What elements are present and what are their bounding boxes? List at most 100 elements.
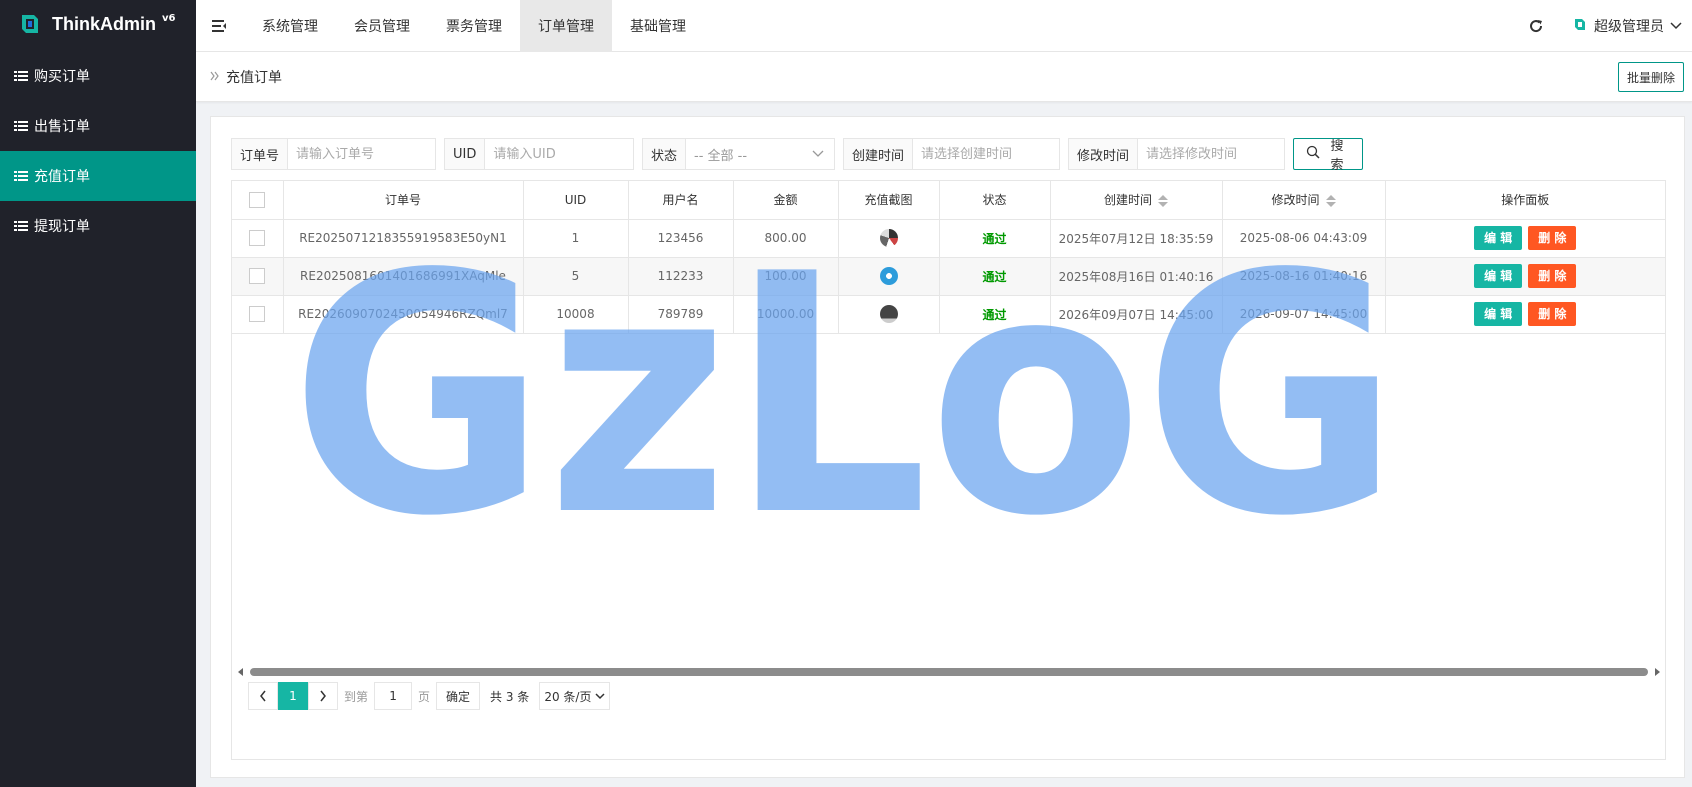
- pagination: 1 到第 页 确定 共 3 条 20 条/页: [248, 681, 611, 711]
- sidebar-item-withdraw-orders[interactable]: 提现订单: [0, 201, 196, 251]
- goto-confirm-button[interactable]: 确定: [436, 682, 481, 710]
- sidebar-item-recharge-orders[interactable]: 充值订单: [0, 151, 196, 201]
- tab-basic[interactable]: 基础管理: [612, 0, 704, 52]
- edit-button[interactable]: 编 辑: [1474, 302, 1523, 326]
- batch-delete-button[interactable]: 批量删除: [1617, 62, 1684, 92]
- row-select-cell: [232, 219, 284, 258]
- row-select-cell: [232, 295, 284, 334]
- logo[interactable]: ThinkAdmin v6: [0, 0, 196, 48]
- recharge-screenshot-thumbnail[interactable]: [879, 229, 898, 247]
- actions-cell: 编 辑删 除: [1385, 219, 1665, 258]
- search-button[interactable]: 搜 索: [1293, 138, 1363, 173]
- delete-button[interactable]: 删 除: [1528, 264, 1577, 288]
- user-name: 超级管理员: [1594, 19, 1664, 35]
- recharge-screenshot-thumbnail[interactable]: [879, 305, 898, 323]
- table-row: RE2025071218355919583E50yN1 1 123456 800…: [232, 219, 1665, 258]
- orders-table: 订单号 UID 用户名 金额 充值截图 状态 创建时间 修改时间 操作面板 RE…: [232, 181, 1665, 334]
- username-cell: 112233: [628, 257, 734, 296]
- screenshot-cell: [838, 219, 940, 258]
- page-size-select[interactable]: 20 条/页: [539, 682, 611, 710]
- status-cell: 通过: [939, 257, 1051, 296]
- uid-input[interactable]: [485, 139, 633, 169]
- screenshot-cell: [838, 257, 940, 296]
- horizontal-scrollbar[interactable]: [238, 665, 1660, 677]
- update-time-input[interactable]: [1138, 139, 1284, 169]
- column-header-sortable[interactable]: 创建时间: [1050, 181, 1223, 220]
- side-menu: 购买订单 出售订单 充值订单 提现订单: [0, 51, 196, 251]
- tab-orders[interactable]: 订单管理: [520, 0, 612, 52]
- status-badge: 通过: [982, 231, 1007, 246]
- status-field: 状态 -- 全部 --: [642, 138, 835, 170]
- list-icon: [14, 170, 28, 182]
- breadcrumb: 充值订单 批量删除: [196, 52, 1692, 102]
- next-page-button[interactable]: [308, 682, 338, 710]
- tab-system[interactable]: 系统管理: [244, 0, 336, 52]
- uid-cell: 5: [523, 257, 629, 296]
- column-header: UID: [523, 181, 629, 220]
- status-cell: 通过: [939, 219, 1051, 258]
- page-number-button[interactable]: 1: [278, 682, 308, 710]
- update-time-cell: 2025-08-16 01:40:16: [1222, 257, 1386, 296]
- column-header: 用户名: [628, 181, 734, 220]
- goto-page-input[interactable]: [374, 682, 413, 710]
- edit-button[interactable]: 编 辑: [1474, 226, 1523, 250]
- app-name: ThinkAdmin: [52, 13, 156, 34]
- delete-button[interactable]: 删 除: [1528, 226, 1577, 250]
- sidebar-item-sale-orders[interactable]: 出售订单: [0, 101, 196, 151]
- create-time-input[interactable]: [913, 139, 1059, 169]
- sort-icon[interactable]: [1158, 194, 1168, 208]
- amount-cell: 10000.00: [733, 295, 839, 334]
- actions-cell: 编 辑删 除: [1385, 257, 1665, 296]
- update-time-field: 修改时间: [1068, 138, 1285, 170]
- scrollbar-thumb[interactable]: [250, 668, 1648, 676]
- delete-button[interactable]: 删 除: [1528, 302, 1577, 326]
- create-time-cell: 2025年07月12日 18:35:59: [1050, 219, 1223, 258]
- status-select-value: -- 全部 --: [694, 148, 748, 164]
- edit-button[interactable]: 编 辑: [1474, 264, 1523, 288]
- select-all-checkbox[interactable]: [249, 191, 266, 208]
- tab-members[interactable]: 会员管理: [336, 0, 428, 52]
- table-header-row: 订单号 UID 用户名 金额 充值截图 状态 创建时间 修改时间 操作面板: [232, 181, 1665, 220]
- amount-cell: 800.00: [733, 219, 839, 258]
- menu-toggle-icon[interactable]: [196, 0, 244, 52]
- prev-page-button[interactable]: [248, 682, 278, 710]
- column-header-label: 修改时间: [1271, 193, 1320, 208]
- sidebar-item-label: 充值订单: [34, 169, 90, 185]
- list-icon: [14, 70, 28, 82]
- page-size-value: 20 条/页: [544, 689, 592, 704]
- row-checkbox[interactable]: [249, 268, 266, 284]
- column-header: 状态: [939, 181, 1051, 220]
- row-checkbox[interactable]: [249, 230, 266, 246]
- status-select[interactable]: -- 全部 --: [686, 139, 834, 169]
- chevron-down-icon: [595, 689, 605, 703]
- order-no-input[interactable]: [288, 139, 435, 169]
- goto-suffix: 页: [418, 689, 431, 704]
- column-header: 操作面板: [1385, 181, 1665, 220]
- refresh-icon[interactable]: [1514, 0, 1558, 52]
- sort-icon[interactable]: [1325, 194, 1336, 208]
- create-time-cell: 2026年09月07日 14:45:00: [1050, 295, 1223, 334]
- column-header-label: 创建时间: [1103, 193, 1152, 208]
- update-time-label: 修改时间: [1069, 139, 1139, 169]
- username-cell: 123456: [628, 219, 734, 258]
- scroll-right-icon[interactable]: [1655, 668, 1660, 676]
- create-time-label: 创建时间: [844, 139, 914, 169]
- user-logo-icon: [1574, 18, 1586, 35]
- sidebar-item-label: 提现订单: [34, 219, 90, 235]
- sidebar-item-purchase-orders[interactable]: 购买订单: [0, 51, 196, 101]
- row-checkbox[interactable]: [249, 306, 266, 322]
- content-card: 订单号 UID 状态 -- 全部 -- 创建时间 修改时间 搜 索: [210, 116, 1685, 778]
- total-count: 共 3 条: [490, 689, 530, 704]
- sidebar-item-label: 出售订单: [34, 119, 90, 135]
- top-header: 系统管理 会员管理 票务管理 订单管理 基础管理 超级管理员: [196, 0, 1692, 52]
- status-cell: 通过: [939, 295, 1051, 334]
- amount-cell: 100.00: [733, 257, 839, 296]
- tab-tickets[interactable]: 票务管理: [428, 0, 520, 52]
- order-no-label: 订单号: [232, 139, 289, 169]
- user-menu[interactable]: 超级管理员: [1558, 16, 1692, 36]
- scroll-left-icon[interactable]: [238, 668, 243, 676]
- orders-table-wrap: 订单号 UID 用户名 金额 充值截图 状态 创建时间 修改时间 操作面板 RE…: [231, 180, 1666, 760]
- column-header-sortable[interactable]: 修改时间: [1222, 181, 1386, 220]
- recharge-screenshot-thumbnail[interactable]: [879, 267, 898, 285]
- app-version: v6: [162, 12, 176, 24]
